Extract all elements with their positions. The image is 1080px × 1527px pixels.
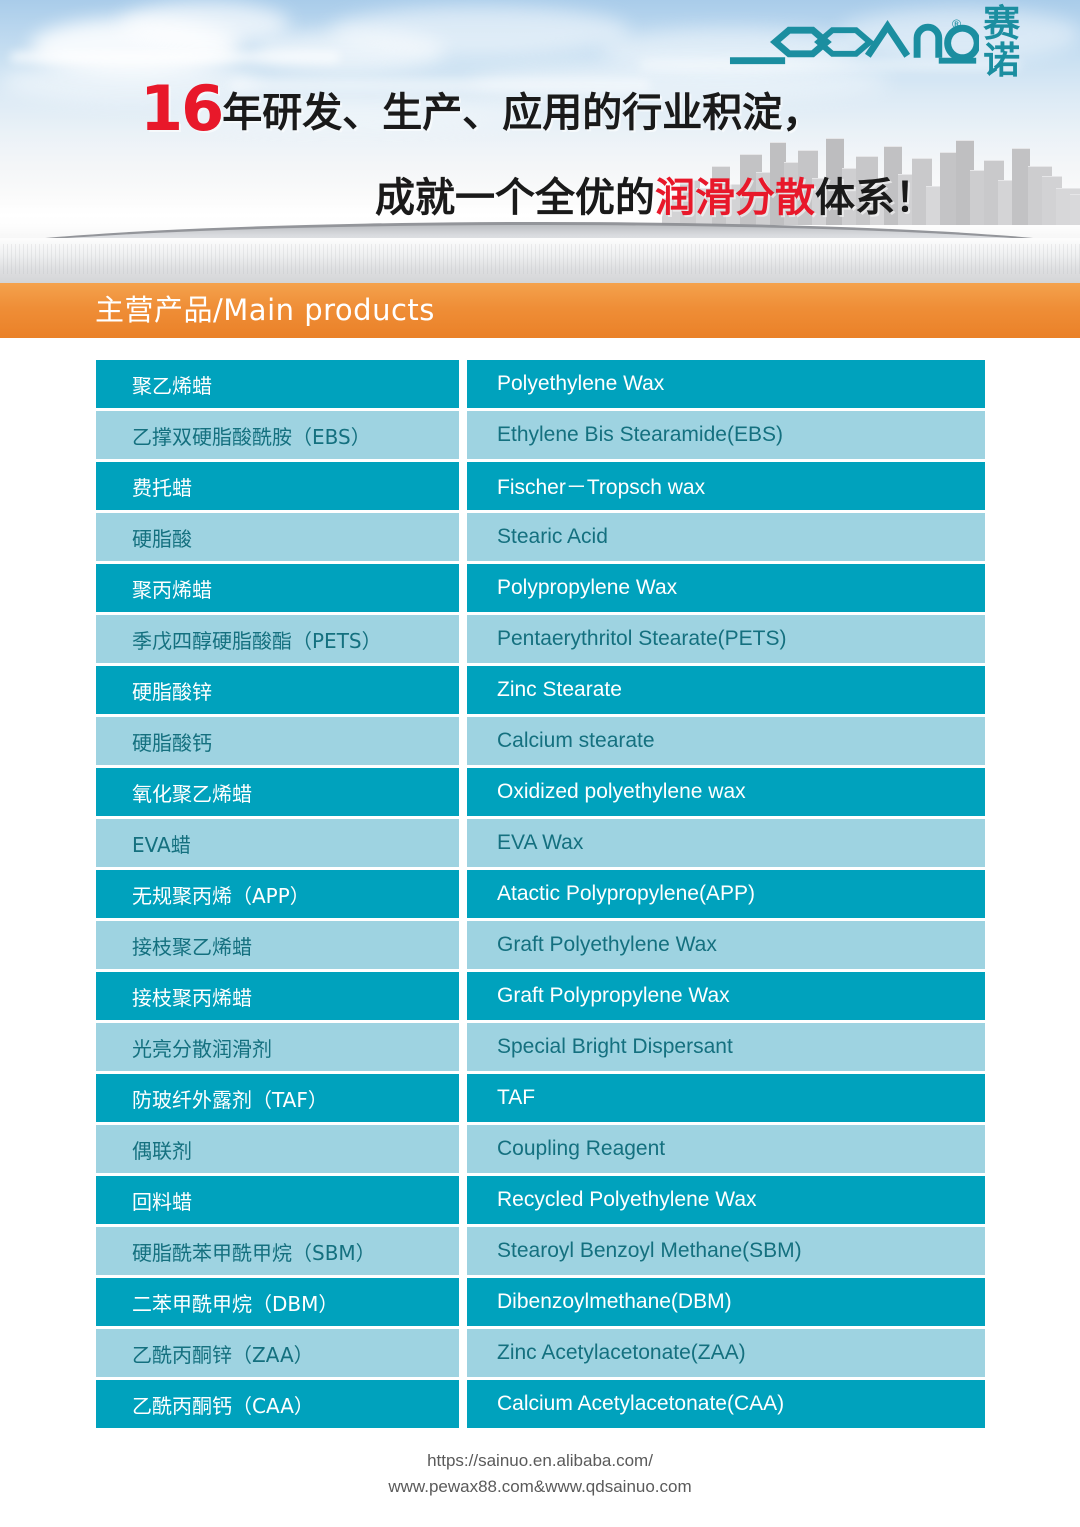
table-row: 接枝聚丙烯蜡 Graft Polypropylene Wax (96, 972, 985, 1020)
product-name-en: Atactic Polypropylene(APP) (467, 870, 985, 918)
cloud-decoration (30, 18, 240, 76)
table-row: 氧化聚乙烯蜡 Oxidized polyethylene wax (96, 768, 985, 816)
sainuo-hexagon-logo-icon: ® (729, 17, 980, 65)
product-name-cn: 二苯甲酰甲烷（DBM） (96, 1278, 459, 1326)
table-row: 无规聚丙烯（APP） Atactic Polypropylene(APP) (96, 870, 985, 918)
headline-line-1: 16年研发、生产、应用的行业积淀， (0, 78, 1080, 140)
table-row: 防玻纤外露剂（TAF） TAF (96, 1074, 985, 1122)
company-logo: ® 赛诺 (728, 5, 1058, 79)
product-name-cn: 费托蜡 (96, 462, 459, 510)
table-row: 费托蜡 Fischer－Tropsch wax (96, 462, 985, 510)
footer-website-urls[interactable]: www.pewax88.com&www.qdsainuo.com (0, 1474, 1080, 1500)
table-row: 光亮分散润滑剂 Special Bright Dispersant (96, 1023, 985, 1071)
product-name-cn: 防玻纤外露剂（TAF） (96, 1074, 459, 1122)
product-name-en: Recycled Polyethylene Wax (467, 1176, 985, 1224)
table-row: 回料蜡 Recycled Polyethylene Wax (96, 1176, 985, 1224)
product-name-en: Zinc Stearate (467, 666, 985, 714)
footer-alibaba-url[interactable]: https://sainuo.en.alibaba.com/ (0, 1448, 1080, 1474)
product-name-en: Stearic Acid (467, 513, 985, 561)
cloud-decoration (255, 30, 445, 72)
product-name-cn: 聚丙烯蜡 (96, 564, 459, 612)
product-name-en: Graft Polypropylene Wax (467, 972, 985, 1020)
plaza-ground (0, 238, 1080, 283)
product-name-en: Polyethylene Wax (467, 360, 985, 408)
product-name-en: TAF (467, 1074, 985, 1122)
product-name-en: Calcium Acetylacetonate(CAA) (467, 1380, 985, 1428)
table-row: 二苯甲酰甲烷（DBM） Dibenzoylmethane(DBM) (96, 1278, 985, 1326)
product-name-cn: 硬脂酰苯甲酰甲烷（SBM） (96, 1227, 459, 1275)
product-name-en: Ethylene Bis Stearamide(EBS) (467, 411, 985, 459)
product-name-en: Fischer－Tropsch wax (467, 462, 985, 510)
table-row: 季戊四醇硬脂酸酯（PETS） Pentaerythritol Stearate(P… (96, 615, 985, 663)
product-name-en: Zinc Acetylacetonate(ZAA) (467, 1329, 985, 1377)
table-row: 乙酰丙酮钙（CAA） Calcium Acetylacetonate(CAA) (96, 1380, 985, 1428)
table-row: 聚乙烯蜡 Polyethylene Wax (96, 360, 985, 408)
product-name-cn: 硬脂酸钙 (96, 717, 459, 765)
footer-links: https://sainuo.en.alibaba.com/ www.pewax… (0, 1448, 1080, 1501)
table-row: 硬脂酸锌 Zinc Stearate (96, 666, 985, 714)
cloud-streak (10, 52, 340, 62)
product-name-cn: 乙撑双硬脂酸酰胺（EBS） (96, 411, 459, 459)
product-name-en: EVA Wax (467, 819, 985, 867)
table-row: 硬脂酸钙 Calcium stearate (96, 717, 985, 765)
product-name-cn: 接枝聚乙烯蜡 (96, 921, 459, 969)
banner-headline: 16年研发、生产、应用的行业积淀， 成就一个全优的润滑分散体系！ (0, 78, 1080, 219)
header-banner: ® 赛诺 16年研发、生产、应用的行业积淀， 成就一个全优的润滑分散体系！ (0, 0, 1080, 283)
product-name-en: Oxidized polyethylene wax (467, 768, 985, 816)
product-name-en: Graft Polyethylene Wax (467, 921, 985, 969)
section-header-bar: 主营产品/Main products (0, 283, 1080, 338)
product-table: 聚乙烯蜡 Polyethylene Wax 乙撑双硬脂酸酰胺（EBS） Ethylen… (96, 360, 985, 1431)
table-row: 接枝聚乙烯蜡 Graft Polyethylene Wax (96, 921, 985, 969)
product-name-cn: 光亮分散润滑剂 (96, 1023, 459, 1071)
headline-line-2-highlight: 润滑分散 (655, 175, 815, 221)
product-name-cn: 回料蜡 (96, 1176, 459, 1224)
product-name-cn: 无规聚丙烯（APP） (96, 870, 459, 918)
product-name-cn: 硬脂酸锌 (96, 666, 459, 714)
headline-line-1-text: 年研发、生产、应用的行业积淀， (222, 90, 823, 136)
product-name-en: Stearoyl Benzoyl Methane(SBM) (467, 1227, 985, 1275)
product-name-en: Polypropylene Wax (467, 564, 985, 612)
table-row: 硬脂酰苯甲酰甲烷（SBM） Stearoyl Benzoyl Methane(SB… (96, 1227, 985, 1275)
table-row: EVA蜡 EVA Wax (96, 819, 985, 867)
table-row: 聚丙烯蜡 Polypropylene Wax (96, 564, 985, 612)
cloud-decoration (330, 6, 630, 56)
headline-years-number: 16 (140, 72, 224, 145)
table-row: 乙撑双硬脂酸酰胺（EBS） Ethylene Bis Stearamide(EBS… (96, 411, 985, 459)
logo-chinese-text: 赛诺 (983, 2, 1022, 82)
product-name-cn: 季戊四醇硬脂酸酯（PETS） (96, 615, 459, 663)
product-name-cn: 乙酰丙酮锌（ZAA） (96, 1329, 459, 1377)
headline-line-2-suffix: 体系！ (815, 175, 935, 221)
table-row: 乙酰丙酮锌（ZAA） Zinc Acetylacetonate(ZAA) (96, 1329, 985, 1377)
headline-line-2: 成就一个全优的润滑分散体系！ (0, 178, 1080, 218)
product-name-cn: 乙酰丙酮钙（CAA） (96, 1380, 459, 1428)
section-title: 主营产品/Main products (95, 293, 435, 327)
product-name-en: Dibenzoylmethane(DBM) (467, 1278, 985, 1326)
product-name-cn: 氧化聚乙烯蜡 (96, 768, 459, 816)
product-name-cn: EVA蜡 (96, 819, 459, 867)
product-name-en: Coupling Reagent (467, 1125, 985, 1173)
product-name-cn: 聚乙烯蜡 (96, 360, 459, 408)
product-name-en: Pentaerythritol Stearate(PETS) (467, 615, 985, 663)
product-name-en: Calcium stearate (467, 717, 985, 765)
table-row: 偶联剂 Coupling Reagent (96, 1125, 985, 1173)
headline-line-2-prefix: 成就一个全优的 (375, 175, 655, 221)
cloud-decoration (120, 2, 290, 46)
table-row: 硬脂酸 Stearic Acid (96, 513, 985, 561)
product-name-en: Special Bright Dispersant (467, 1023, 985, 1071)
product-name-cn: 偶联剂 (96, 1125, 459, 1173)
registered-mark: ® (951, 17, 963, 31)
product-name-cn: 硬脂酸 (96, 513, 459, 561)
product-name-cn: 接枝聚丙烯蜡 (96, 972, 459, 1020)
